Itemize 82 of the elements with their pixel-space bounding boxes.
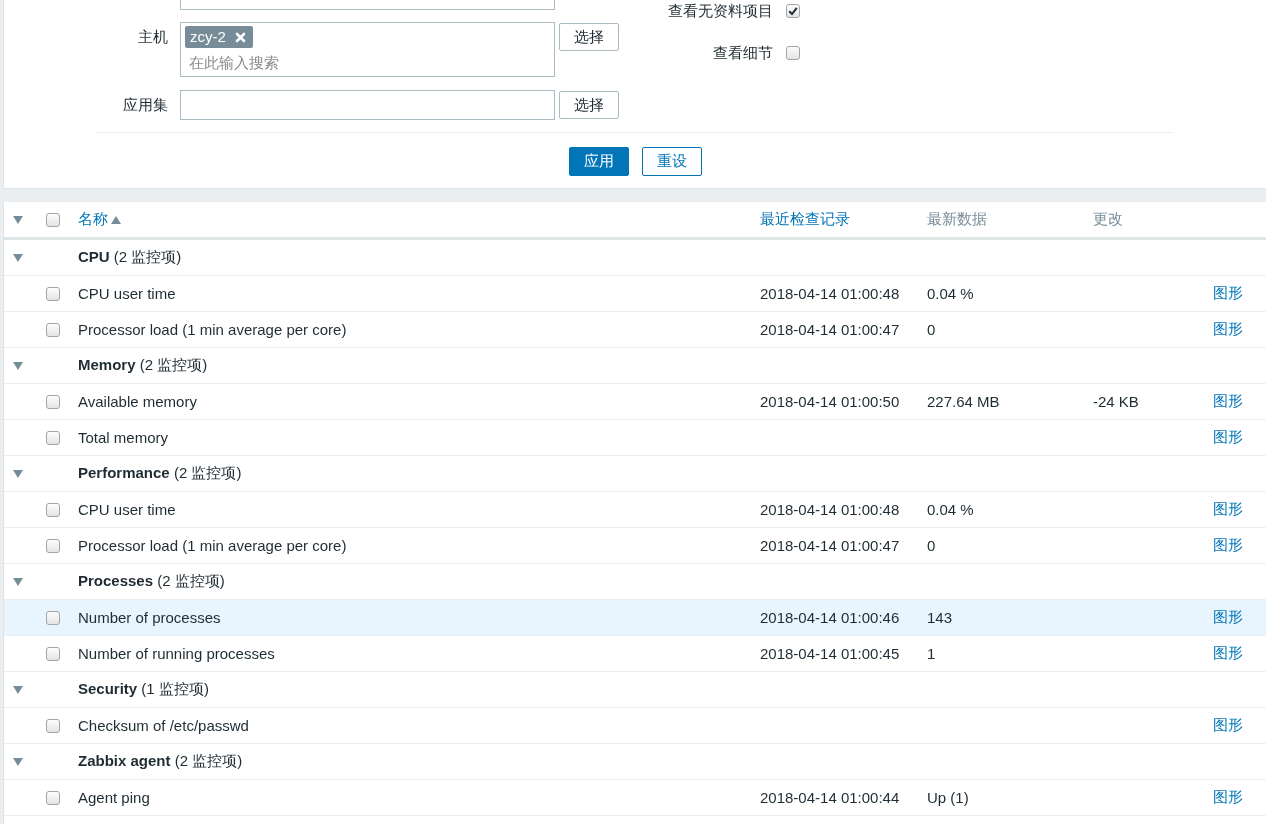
item-name: Total memory — [78, 429, 169, 446]
change-value: -24 KB — [1093, 393, 1139, 410]
column-header-link[interactable]: 名称 — [78, 210, 121, 229]
field-label: 主机 — [138, 28, 168, 47]
graph-link[interactable]: 图形 — [1213, 500, 1243, 517]
graph-link[interactable]: 图形 — [1213, 284, 1243, 301]
graph-link[interactable]: 图形 — [1213, 392, 1243, 409]
caret-icon[interactable] — [13, 361, 23, 370]
checkbox[interactable] — [46, 212, 60, 227]
last-check-time: 2018-04-14 01:00:47 — [760, 537, 900, 554]
remove-icon[interactable] — [234, 31, 246, 43]
caret-icon[interactable] — [13, 215, 23, 224]
latest-value: 0 — [927, 537, 936, 554]
checkbox[interactable] — [786, 46, 800, 60]
checkmark-icon — [788, 6, 798, 16]
group-title: Performance (2 监控项) — [78, 464, 242, 481]
graph-link[interactable]: 图形 — [1213, 716, 1243, 733]
latest-value: 0.04 % — [927, 285, 974, 302]
text-field[interactable] — [180, 0, 555, 10]
last-check-time: 2018-04-14 01:00:45 — [760, 645, 900, 662]
checkbox[interactable] — [46, 718, 60, 733]
group-title: Security (1 监控项) — [78, 680, 209, 697]
graph-link[interactable]: 图形 — [1213, 788, 1243, 805]
caret-icon[interactable] — [13, 577, 23, 586]
checkbox[interactable] — [46, 610, 60, 625]
latest-value: 1 — [927, 645, 936, 662]
last-check-time: 2018-04-14 01:00:47 — [760, 321, 900, 338]
group-title: Memory (2 监控项) — [78, 356, 208, 373]
field-label: 应用集 — [123, 95, 168, 115]
graph-link[interactable]: 图形 — [1213, 428, 1243, 445]
sort-ascending-icon — [111, 215, 121, 224]
checkbox[interactable] — [46, 322, 60, 337]
checkbox[interactable] — [46, 790, 60, 805]
item-name: Number of processes — [78, 609, 221, 626]
item-name: Number of running processes — [78, 645, 275, 662]
caret-icon[interactable] — [13, 757, 23, 766]
select-button[interactable]: 选择 — [559, 91, 619, 119]
apply-button[interactable]: 应用 — [568, 147, 629, 176]
column-header-link[interactable]: 最近检查记录 — [760, 210, 850, 229]
checkbox[interactable] — [786, 4, 800, 18]
graph-link[interactable]: 图形 — [1213, 320, 1243, 337]
last-check-time: 2018-04-14 01:00:48 — [760, 285, 900, 302]
checkbox[interactable] — [46, 286, 60, 301]
item-name: Checksum of /etc/passwd — [78, 717, 249, 734]
text-field[interactable] — [180, 90, 555, 120]
last-check-time: 2018-04-14 01:00:50 — [760, 393, 900, 410]
item-name: CPU user time — [78, 501, 176, 518]
select-button[interactable]: 选择 — [559, 23, 619, 51]
caret-icon[interactable] — [13, 469, 23, 478]
checkbox[interactable] — [46, 394, 60, 409]
last-check-time: 2018-04-14 01:00:44 — [760, 789, 900, 806]
latest-value: 227.64 MB — [927, 393, 1000, 410]
last-check-time: 2018-04-14 01:00:46 — [760, 609, 900, 626]
group-title: CPU (2 监控项) — [78, 248, 182, 265]
column-header: 最新数据 — [927, 210, 987, 229]
checkbox[interactable] — [46, 430, 60, 445]
item-name: Agent ping — [78, 789, 150, 806]
host-tag[interactable]: zcy-2 — [185, 26, 253, 48]
item-name: Processor load (1 min average per core) — [78, 537, 347, 554]
item-name: Available memory — [78, 393, 197, 410]
item-name: Processor load (1 min average per core) — [78, 321, 347, 338]
column-header: 更改 — [1093, 210, 1123, 229]
caret-icon[interactable] — [13, 685, 23, 694]
latest-value: Up (1) — [927, 789, 969, 806]
group-title: Processes (2 监控项) — [78, 572, 225, 589]
caret-icon[interactable] — [13, 253, 23, 262]
item-name: CPU user time — [78, 285, 176, 302]
option-label: 查看细节 — [713, 43, 773, 63]
graph-link[interactable]: 图形 — [1213, 536, 1243, 553]
checkbox[interactable] — [46, 646, 60, 661]
last-check-time: 2018-04-14 01:00:48 — [760, 501, 900, 518]
reset-button[interactable]: 重设 — [641, 147, 702, 176]
option-label: 查看无资料项目 — [668, 1, 773, 21]
graph-link[interactable]: 图形 — [1213, 644, 1243, 661]
latest-value: 0 — [927, 321, 936, 338]
host-select-field[interactable]: zcy-2 在此输入搜索 — [180, 22, 555, 77]
group-title: Zabbix agent (2 监控项) — [78, 752, 243, 769]
graph-link[interactable]: 图形 — [1213, 608, 1243, 625]
latest-value: 0.04 % — [927, 501, 974, 518]
checkbox[interactable] — [46, 502, 60, 517]
checkbox[interactable] — [46, 538, 60, 553]
latest-value: 143 — [927, 609, 953, 626]
